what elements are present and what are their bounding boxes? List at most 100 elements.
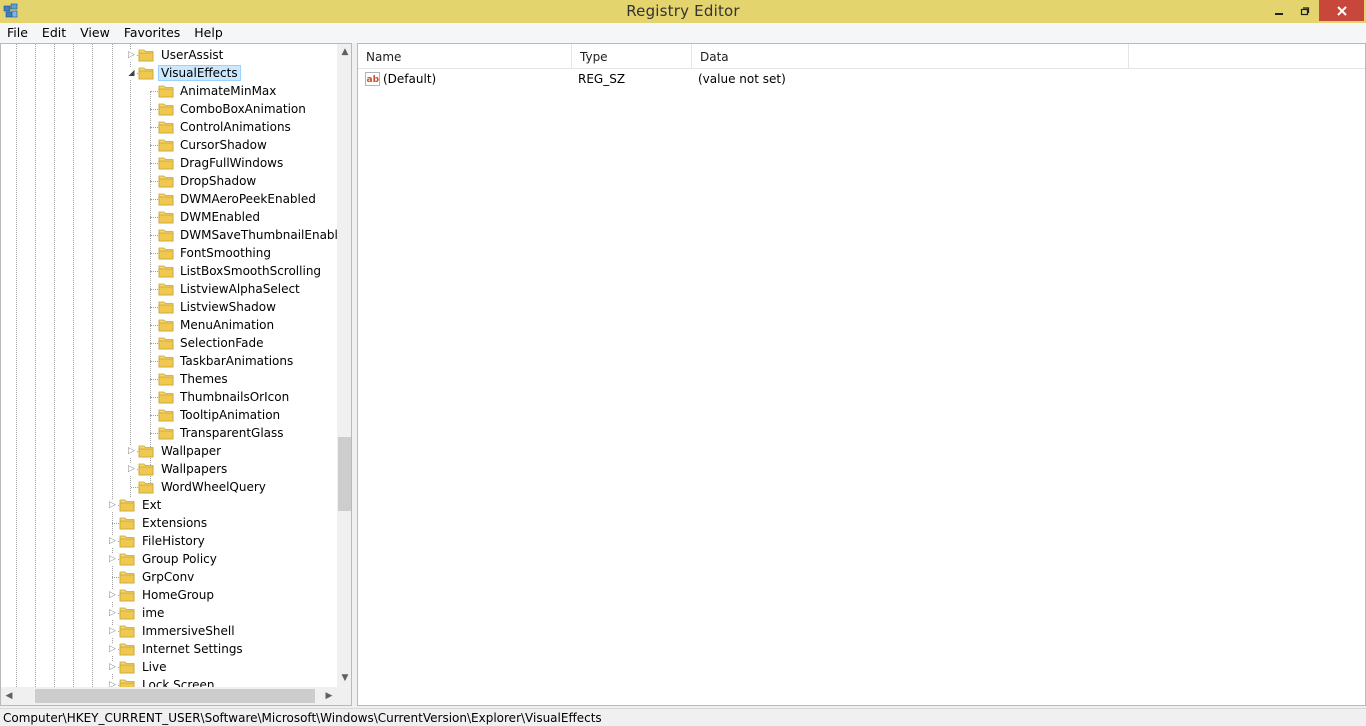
registry-tree-pane[interactable]: ▷ UserAssist ◢ VisualEffects AnimateMinMax Co… xyxy=(0,43,352,706)
tree-node-label[interactable]: Extensions xyxy=(140,515,209,531)
tree-node[interactable]: DWMAeroPeekEnabled xyxy=(1,190,337,208)
tree-node[interactable]: AnimateMinMax xyxy=(1,82,337,100)
collapse-arrow-icon[interactable]: ◢ xyxy=(127,67,136,79)
tree-node[interactable]: ListviewAlphaSelect xyxy=(1,280,337,298)
expand-arrow-icon[interactable]: ▷ xyxy=(127,445,136,457)
tree-node[interactable]: ▷ Internet Settings xyxy=(1,640,337,658)
minimize-button[interactable] xyxy=(1266,0,1292,21)
tree-node[interactable]: TooltipAnimation xyxy=(1,406,337,424)
tree-node[interactable]: ▷ Live xyxy=(1,658,337,676)
menu-file[interactable]: File xyxy=(0,23,35,43)
tree-vertical-scrollbar[interactable]: ▲ ▼ xyxy=(337,44,351,687)
tree-horizontal-scrollbar[interactable]: ◀ ▶ xyxy=(1,687,337,705)
tree-node[interactable]: WordWheelQuery xyxy=(1,478,337,496)
tree-node-label[interactable]: ImmersiveShell xyxy=(140,623,237,639)
tree-node-label[interactable]: AnimateMinMax xyxy=(178,83,278,99)
tree-node[interactable]: DWMEnabled xyxy=(1,208,337,226)
tree-node-label[interactable]: DragFullWindows xyxy=(178,155,285,171)
tree-node-label[interactable]: ListviewAlphaSelect xyxy=(178,281,302,297)
tree-node[interactable]: ▷ FileHistory xyxy=(1,532,337,550)
tree-node-label[interactable]: Wallpaper xyxy=(159,443,223,459)
tree-node[interactable]: ListBoxSmoothScrolling xyxy=(1,262,337,280)
tree-node-label[interactable]: Themes xyxy=(178,371,230,387)
tree-node[interactable]: ▷ Wallpaper xyxy=(1,442,337,460)
menu-view[interactable]: View xyxy=(73,23,117,43)
column-header-name[interactable]: Name xyxy=(358,44,572,69)
tree-node-label[interactable]: GrpConv xyxy=(140,569,196,585)
tree-node-label[interactable]: ime xyxy=(140,605,166,621)
close-button[interactable] xyxy=(1319,0,1364,21)
expand-arrow-icon[interactable]: ▷ xyxy=(127,49,136,61)
tree-node[interactable]: ▷ Lock Screen xyxy=(1,676,337,687)
expand-arrow-icon[interactable]: ▷ xyxy=(108,553,117,565)
tree-node[interactable]: DWMSaveThumbnailEnabled xyxy=(1,226,337,244)
tree-node[interactable]: TransparentGlass xyxy=(1,424,337,442)
tree-node-label[interactable]: UserAssist xyxy=(159,47,225,63)
tree-node[interactable]: ▷ ImmersiveShell xyxy=(1,622,337,640)
tree-node-label[interactable]: Internet Settings xyxy=(140,641,245,657)
tree-node[interactable]: ListviewShadow xyxy=(1,298,337,316)
tree-node-label[interactable]: WordWheelQuery xyxy=(159,479,268,495)
tree-node[interactable]: FontSmoothing xyxy=(1,244,337,262)
tree-node-label[interactable]: DropShadow xyxy=(178,173,258,189)
menu-favorites[interactable]: Favorites xyxy=(117,23,187,43)
tree-node-label[interactable]: DWMEnabled xyxy=(178,209,262,225)
expand-arrow-icon[interactable]: ▷ xyxy=(108,661,117,673)
value-row[interactable]: ab (Default) REG_SZ (value not set) xyxy=(358,70,1365,88)
scroll-down-arrow-icon[interactable]: ▼ xyxy=(337,670,351,686)
expand-arrow-icon[interactable]: ▷ xyxy=(108,625,117,637)
tree-node[interactable]: ThumbnailsOrIcon xyxy=(1,388,337,406)
menu-edit[interactable]: Edit xyxy=(35,23,73,43)
expand-arrow-icon[interactable]: ▷ xyxy=(127,463,136,475)
column-header-type[interactable]: Type xyxy=(572,44,692,69)
tree-node-label[interactable]: FileHistory xyxy=(140,533,207,549)
tree-node-label[interactable]: ListBoxSmoothScrolling xyxy=(178,263,323,279)
expand-arrow-icon[interactable]: ▷ xyxy=(108,607,117,619)
scroll-right-arrow-icon[interactable]: ▶ xyxy=(321,687,337,705)
expand-arrow-icon[interactable]: ▷ xyxy=(108,535,117,547)
restore-button[interactable] xyxy=(1292,0,1318,21)
tree-node-label[interactable]: DWMAeroPeekEnabled xyxy=(178,191,318,207)
tree-node-label[interactable]: Wallpapers xyxy=(159,461,229,477)
tree-node[interactable]: GrpConv xyxy=(1,568,337,586)
tree-node[interactable]: DropShadow xyxy=(1,172,337,190)
tree-node[interactable]: ComboBoxAnimation xyxy=(1,100,337,118)
expand-arrow-icon[interactable]: ▷ xyxy=(108,589,117,601)
tree-node[interactable]: CursorShadow xyxy=(1,136,337,154)
tree-node-label[interactable]: Group Policy xyxy=(140,551,219,567)
tree-node-label[interactable]: Live xyxy=(140,659,169,675)
tree-node-label[interactable]: Ext xyxy=(140,497,163,513)
tree-node-label[interactable]: DWMSaveThumbnailEnabled xyxy=(178,227,337,243)
tree-node[interactable]: ▷ UserAssist xyxy=(1,46,337,64)
tree-node[interactable]: Extensions xyxy=(1,514,337,532)
tree-node-label[interactable]: TransparentGlass xyxy=(178,425,286,441)
tree-node[interactable]: Themes xyxy=(1,370,337,388)
tree-node[interactable]: DragFullWindows xyxy=(1,154,337,172)
tree-node[interactable]: TaskbarAnimations xyxy=(1,352,337,370)
tree-node-label[interactable]: TooltipAnimation xyxy=(178,407,282,423)
tree-node-label[interactable]: CursorShadow xyxy=(178,137,269,153)
tree-node-label[interactable]: ListviewShadow xyxy=(178,299,278,315)
tree-node[interactable]: ▷ Ext xyxy=(1,496,337,514)
tree-node-label[interactable]: HomeGroup xyxy=(140,587,216,603)
expand-arrow-icon[interactable]: ▷ xyxy=(108,499,117,511)
values-list-pane[interactable]: Name Type Data ab (Default) REG_SZ (valu… xyxy=(357,43,1366,706)
tree-node[interactable]: SelectionFade xyxy=(1,334,337,352)
scroll-up-arrow-icon[interactable]: ▲ xyxy=(337,44,351,60)
tree-node[interactable]: ControlAnimations xyxy=(1,118,337,136)
tree-node-label[interactable]: VisualEffects xyxy=(158,65,241,81)
menu-help[interactable]: Help xyxy=(187,23,230,43)
tree-node-label[interactable]: MenuAnimation xyxy=(178,317,276,333)
tree-node[interactable]: MenuAnimation xyxy=(1,316,337,334)
tree-vertical-scroll-thumb[interactable] xyxy=(338,437,351,511)
tree-node[interactable]: ▷ ime xyxy=(1,604,337,622)
tree-node-label[interactable]: Lock Screen xyxy=(140,677,216,687)
tree-node-label[interactable]: ThumbnailsOrIcon xyxy=(178,389,291,405)
tree-horizontal-scroll-thumb[interactable] xyxy=(35,689,315,703)
tree-node-label[interactable]: ComboBoxAnimation xyxy=(178,101,308,117)
tree-node[interactable]: ▷ Group Policy xyxy=(1,550,337,568)
scroll-left-arrow-icon[interactable]: ◀ xyxy=(1,687,17,705)
column-header-data[interactable]: Data xyxy=(692,44,1129,69)
expand-arrow-icon[interactable]: ▷ xyxy=(108,679,117,687)
tree-node[interactable]: ◢ VisualEffects xyxy=(1,64,337,82)
